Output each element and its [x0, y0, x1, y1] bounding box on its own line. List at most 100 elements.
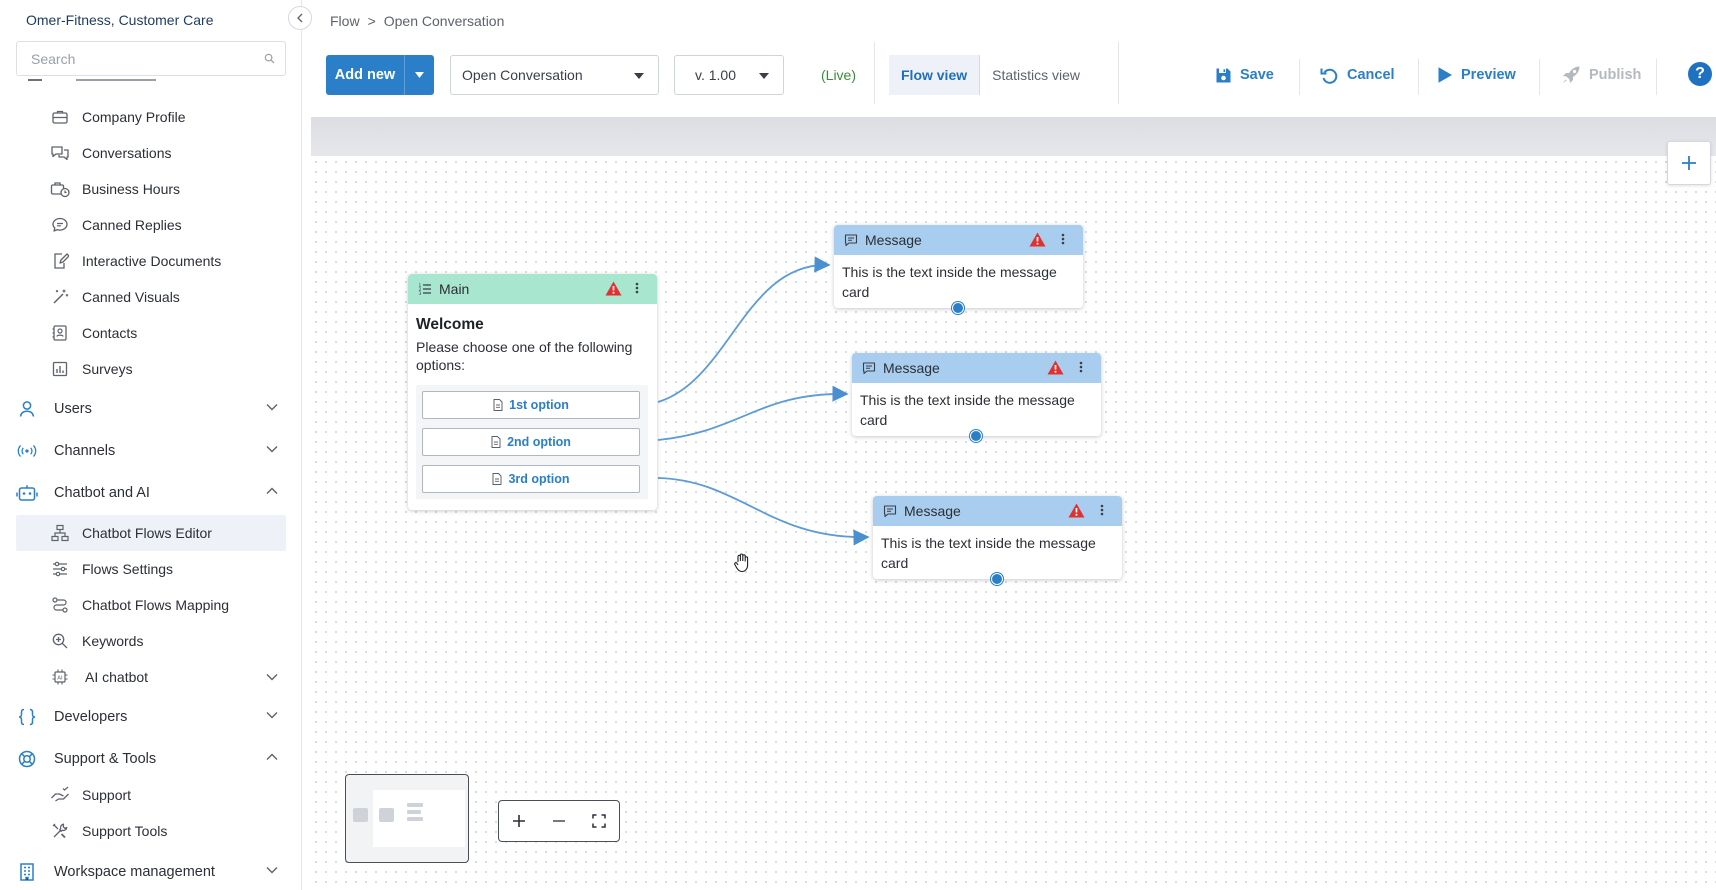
zoom-in-button[interactable]	[504, 806, 534, 836]
sidebar-item-contacts[interactable]: Contacts	[16, 315, 286, 351]
sidebar-section-label: Chatbot and AI	[54, 485, 150, 501]
sidebar-section-channels[interactable]: Channels	[16, 431, 286, 471]
document-icon	[493, 399, 503, 411]
sidebar-item-label: Interactive Documents	[82, 253, 222, 269]
warning-icon[interactable]	[1029, 232, 1046, 247]
sidebar-item-canned-visuals[interactable]: Canned Visuals	[16, 279, 286, 315]
main-node-card[interactable]: 123 Main Welcome Please choose one of th…	[408, 274, 657, 510]
chevron-left-icon	[296, 13, 304, 23]
add-new-dropdown[interactable]	[404, 55, 434, 95]
sidebar-item-interactive-documents[interactable]: Interactive Documents	[16, 243, 286, 279]
sidebar-section-support-tools[interactable]: Support & Tools	[16, 739, 286, 779]
caret-down-icon	[759, 73, 769, 79]
sidebar-item-canned-replies[interactable]: Canned Replies	[16, 207, 286, 243]
sidebar-item-conversations[interactable]: Conversations	[16, 135, 286, 171]
preview-button[interactable]: Preview	[1437, 55, 1516, 95]
view-tabs: Flow view Statistics view	[889, 55, 1092, 95]
message-node-header: Message	[852, 353, 1101, 383]
chevron-down-icon	[266, 711, 278, 719]
sidebar-item-support-tools[interactable]: Support Tools	[16, 813, 286, 849]
output-port[interactable]	[970, 430, 982, 442]
main-node-header: 123 Main	[408, 274, 657, 304]
zoom-out-button[interactable]	[544, 806, 574, 836]
chevron-down-icon	[266, 445, 278, 453]
breadcrumb: Flow > Open Conversation	[330, 13, 504, 29]
output-port[interactable]	[952, 302, 964, 314]
message-icon	[844, 233, 858, 247]
cancel-label: Cancel	[1347, 67, 1395, 83]
tab-statistics-view[interactable]: Statistics view	[980, 55, 1092, 95]
option-button-3[interactable]: 3rd option	[422, 465, 640, 493]
sidebar-section-label: Users	[54, 401, 92, 417]
add-node-button[interactable]	[1667, 141, 1711, 185]
cancel-button[interactable]: Cancel	[1320, 55, 1395, 95]
message-node-header: Message	[873, 496, 1122, 526]
minimap-nodes	[353, 803, 423, 822]
sidebar-item-business-hours[interactable]: Business Hours	[16, 171, 286, 207]
caret-down-icon	[634, 73, 644, 79]
chevron-up-icon	[266, 753, 278, 761]
main-node-title: Welcome	[416, 316, 484, 333]
message-node-label: Message	[904, 503, 961, 519]
sidebar-item-chatbot-flows-mapping[interactable]: Chatbot Flows Mapping	[16, 587, 286, 623]
sidebar-item-label: Conversations	[82, 145, 172, 161]
version-select[interactable]: v. 1.00	[674, 55, 784, 95]
message-node-card[interactable]: Message This is the text inside the mess…	[834, 225, 1083, 314]
plus-icon	[512, 814, 526, 828]
sidebar-item-keywords[interactable]: Keywords	[16, 623, 286, 659]
sidebar-section-chatbot-ai[interactable]: Chatbot and AI	[16, 473, 286, 513]
document-edit-icon	[50, 251, 70, 271]
main-node-label: Main	[439, 281, 470, 297]
sidebar-item-flows-settings[interactable]: Flows Settings	[16, 551, 286, 587]
kebab-menu-icon[interactable]	[635, 281, 639, 295]
sidebar-item-surveys[interactable]: Surveys	[16, 351, 286, 387]
sidebar-item-support[interactable]: Support	[16, 777, 286, 813]
save-button[interactable]: Save	[1215, 55, 1274, 95]
tab-flow-view[interactable]: Flow view	[889, 55, 981, 95]
svg-text:3: 3	[419, 291, 422, 296]
code-braces-icon	[16, 706, 38, 728]
option-button-1[interactable]: 1st option	[422, 391, 640, 419]
divider	[1656, 59, 1657, 95]
sidebar-section-users[interactable]: Users	[16, 389, 286, 429]
search-plus-icon	[50, 631, 70, 651]
publish-label: Publish	[1589, 67, 1642, 83]
sidebar-item-ai-chatbot[interactable]: AI AI chatbot	[16, 659, 286, 695]
breadcrumb-separator: >	[367, 13, 376, 29]
robot-icon	[16, 482, 38, 504]
routing-icon	[50, 595, 70, 615]
collapse-sidebar-button[interactable]	[288, 6, 312, 30]
warning-icon[interactable]	[605, 281, 622, 296]
message-node-header: Message	[834, 225, 1083, 255]
minimap[interactable]	[345, 774, 469, 863]
help-button[interactable]: ?	[1688, 62, 1712, 86]
divider	[874, 42, 875, 104]
sidebar-item-chatbot-flows-editor[interactable]: Chatbot Flows Editor	[16, 515, 286, 551]
broadcast-icon	[16, 440, 38, 462]
message-node-card[interactable]: Message This is the text inside the mess…	[873, 496, 1122, 585]
sidebar-section-developers[interactable]: Developers	[16, 697, 286, 737]
breadcrumb-current: Open Conversation	[383, 13, 505, 29]
warning-icon[interactable]	[1047, 360, 1064, 375]
briefcase-icon	[50, 107, 70, 127]
search-input[interactable]	[17, 42, 247, 75]
sidebar-item-label: Support	[82, 787, 132, 803]
output-port[interactable]	[991, 573, 1003, 585]
flow-select[interactable]: Open Conversation	[450, 55, 659, 95]
warning-icon[interactable]	[1068, 503, 1085, 518]
fit-view-button[interactable]	[584, 806, 614, 836]
option-button-2[interactable]: 2nd option	[422, 428, 640, 456]
breadcrumb-root[interactable]: Flow	[330, 13, 360, 29]
sidebar-section-workspace-management[interactable]: Workspace management	[16, 852, 286, 890]
kebab-menu-icon[interactable]	[1100, 503, 1104, 517]
kebab-menu-icon[interactable]	[1079, 360, 1083, 374]
add-new-button[interactable]: Add new	[326, 55, 434, 95]
sidebar-item-label: Contacts	[82, 325, 138, 341]
kebab-menu-icon[interactable]	[1061, 232, 1065, 246]
publish-button[interactable]: Publish	[1561, 55, 1641, 95]
undo-icon	[1320, 66, 1339, 84]
message-node-card[interactable]: Message This is the text inside the mess…	[852, 353, 1101, 442]
ai-chip-icon: AI	[50, 667, 70, 687]
sidebar-item-company-profile[interactable]: Company Profile	[16, 99, 286, 135]
message-node-text: This is the text inside the message card	[860, 392, 1075, 428]
